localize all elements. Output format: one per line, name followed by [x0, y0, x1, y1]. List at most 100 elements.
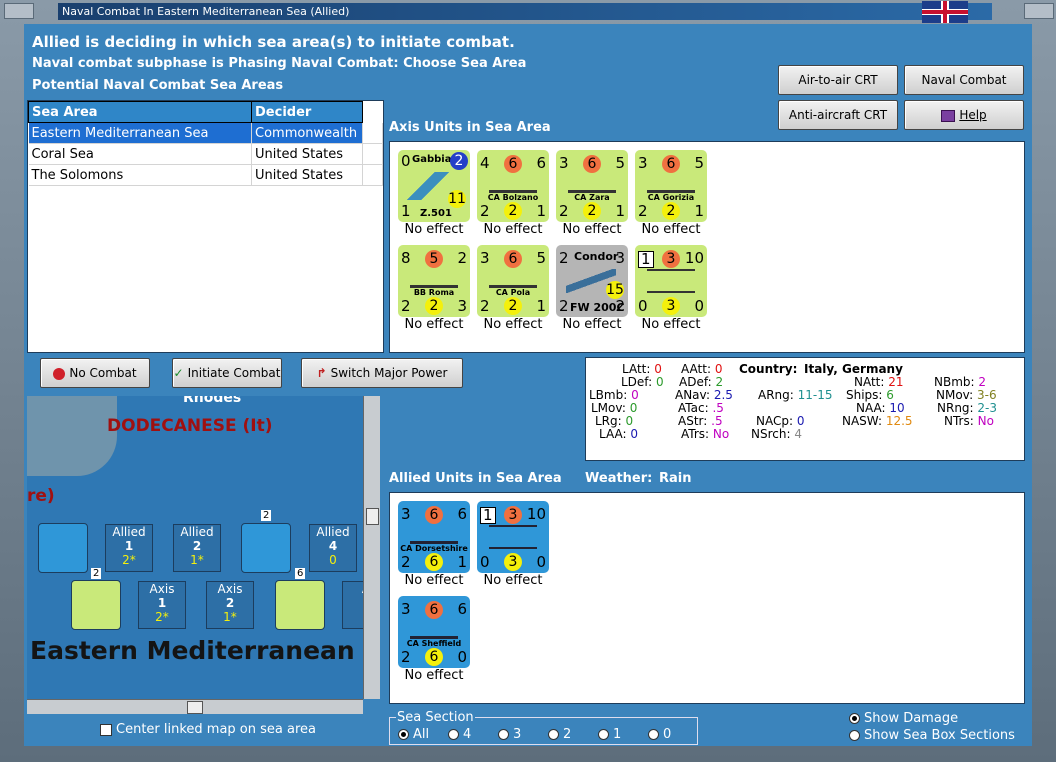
allied-units-label: Allied Units in Sea Area	[389, 471, 562, 486]
counter-value: 2	[480, 202, 490, 220]
show-sections-option[interactable]: Show Sea Box Sections	[849, 728, 1015, 743]
stat-lrg: LRg: 0	[595, 414, 634, 428]
show-damage-option[interactable]: Show Damage	[849, 711, 958, 726]
counter-yellow-value: 3	[662, 297, 680, 315]
counter-value: 2	[480, 297, 490, 315]
counter-value: 1	[536, 297, 546, 315]
map-counter[interactable]	[71, 580, 121, 630]
sea-section-option-0[interactable]: 0	[648, 727, 671, 742]
sea-section-option-4[interactable]: 4	[448, 727, 471, 742]
radio-button[interactable]	[648, 729, 659, 740]
counter-value: 0	[536, 553, 546, 571]
radio-label: 1	[613, 727, 622, 742]
table-row[interactable]: Eastern Mediterranean Sea Commonwealth	[28, 122, 383, 144]
unit-name: Z.501	[420, 208, 452, 219]
unit-counter[interactable]: 0 Gabbiano 2 11 1 Z.501	[398, 150, 470, 222]
sea-section-option-2[interactable]: 2	[548, 727, 571, 742]
sea-section-option-1[interactable]: 1	[598, 727, 621, 742]
counter-value: 8	[401, 249, 411, 267]
unit-name: BB Roma	[413, 288, 455, 297]
column-header-decider[interactable]: Decider	[251, 101, 363, 123]
counter-value: 1	[401, 202, 411, 220]
sea-areas-heading: Potential Naval Combat Sea Areas	[32, 78, 284, 93]
sea-section-option-3[interactable]: 3	[498, 727, 521, 742]
cruiser-icon	[568, 181, 616, 193]
counter-value: 1	[480, 507, 496, 524]
scroll-thumb[interactable]	[187, 701, 203, 714]
sea-box-axis-1[interactable]: Axis 1 2*	[138, 581, 186, 629]
map-counter[interactable]	[275, 580, 325, 630]
radio-button[interactable]	[849, 730, 860, 741]
unit-counter[interactable]: 3 6 5 CA Zara 2 2 1	[556, 150, 628, 222]
counter-yellow-value: 2	[662, 202, 680, 220]
counter-value: 2	[559, 249, 569, 267]
weather-value: Rain	[659, 471, 692, 486]
unit-counter[interactable]: 1 3 10 0 3 0	[635, 245, 707, 317]
air-to-air-crt-button[interactable]: Air-to-air CRT	[778, 65, 898, 95]
radio-label: 2	[563, 727, 572, 742]
radio-button[interactable]	[849, 713, 860, 724]
map-counter[interactable]	[38, 523, 88, 573]
checkbox-box[interactable]	[100, 723, 112, 736]
map-horizontal-scrollbar[interactable]	[27, 699, 363, 714]
initiate-combat-button[interactable]: ✓ Initiate Combat	[172, 358, 282, 388]
naval-combat-chart-button[interactable]: Naval Combat Chart	[904, 65, 1024, 115]
sea-area-cell: Eastern Mediterranean Sea	[28, 122, 252, 144]
stack-count: 6	[295, 568, 306, 579]
radio-button[interactable]	[548, 729, 559, 740]
unit-counter[interactable]: 1 3 10 0 3 0	[477, 501, 549, 573]
counter-value: 3	[480, 249, 490, 267]
anti-aircraft-crt-button[interactable]: Anti-aircraft CRT	[778, 100, 898, 130]
unit-counter[interactable]: 4 6 6 CA Bolzano 2 2 1	[477, 150, 549, 222]
linked-map[interactable]: Rhodes DODECANESE (It) re) Allied 1 2* All…	[27, 396, 363, 699]
scroll-thumb[interactable]	[366, 508, 379, 525]
no-combat-button[interactable]: No Combat	[40, 358, 150, 388]
counter-value: 0	[401, 152, 411, 170]
column-header-sea-area[interactable]: Sea Area	[28, 101, 252, 123]
sea-section-option-all[interactable]: All	[398, 727, 429, 742]
help-button[interactable]: Help	[904, 100, 1024, 130]
map-vertical-scrollbar[interactable]	[363, 396, 380, 699]
stat-nacp: NACp: 0	[756, 414, 805, 428]
counter-attack-circle: 6	[504, 250, 522, 268]
counter-value: 3	[401, 505, 411, 523]
unit-name: CA Sheffield	[406, 639, 462, 648]
decider-cell: United States	[251, 143, 363, 165]
sea-box-allied-2[interactable]: Allied 2 1*	[173, 524, 221, 572]
unit-counter[interactable]: 2 Condor 3 15 2 FW 200C 2	[556, 245, 628, 317]
table-row[interactable]: The Solomons United States	[28, 164, 383, 186]
window-close-button[interactable]	[1024, 3, 1054, 19]
center-map-checkbox[interactable]: Center linked map on sea area	[100, 722, 316, 737]
counter-value: 10	[526, 505, 546, 523]
counter-value: 1	[536, 202, 546, 220]
map-label-rhodes: Rhodes	[183, 396, 242, 406]
counter-value: 6	[457, 600, 467, 618]
unit-counter[interactable]: 3 6 5 CA Pola 2 2 1	[477, 245, 549, 317]
radio-button[interactable]	[498, 729, 509, 740]
unit-counter[interactable]: 3 6 6 CA Sheffield 2 6 0	[398, 596, 470, 668]
radio-button[interactable]	[398, 729, 409, 740]
unit-counter[interactable]: 3 6 5 CA Gorizia 2 2 1	[635, 150, 707, 222]
sea-box-allied-1[interactable]: Allied 1 2*	[105, 524, 153, 572]
window-menu-button[interactable]	[4, 3, 34, 19]
stat-ships: Ships: 6	[846, 388, 894, 402]
radio-button[interactable]	[448, 729, 459, 740]
unit-top-name: Condor	[574, 250, 619, 263]
counter-value: 1	[615, 202, 625, 220]
counter-value: 1	[694, 202, 704, 220]
radio-button[interactable]	[598, 729, 609, 740]
switch-major-power-button[interactable]: ↱ Switch Major Power	[301, 358, 463, 388]
counter-value: 2	[401, 297, 411, 315]
unit-counter[interactable]: 3 6 6 CA Dorsetshire 2 6 1	[398, 501, 470, 573]
unit-name: CA Gorizia	[647, 193, 695, 202]
unit-name: CA Bolzano	[487, 193, 539, 202]
sea-box-axis-2[interactable]: Axis 2 1*	[206, 581, 254, 629]
axis-units-panel: 0 Gabbiano 2 11 1 Z.501 No effect 4 6 6 …	[389, 141, 1025, 353]
table-row[interactable]: Coral Sea United States	[28, 143, 383, 165]
sea-box-allied-4[interactable]: Allied 4 0	[309, 524, 357, 572]
sea-box-axis-partial[interactable]: A	[342, 581, 363, 629]
unit-counter[interactable]: 8 5 2 BB Roma 2 2 3	[398, 245, 470, 317]
map-counter[interactable]	[241, 523, 291, 573]
uk-flag-icon	[922, 1, 968, 23]
stat-anav: ANav: 2.5	[675, 388, 733, 402]
